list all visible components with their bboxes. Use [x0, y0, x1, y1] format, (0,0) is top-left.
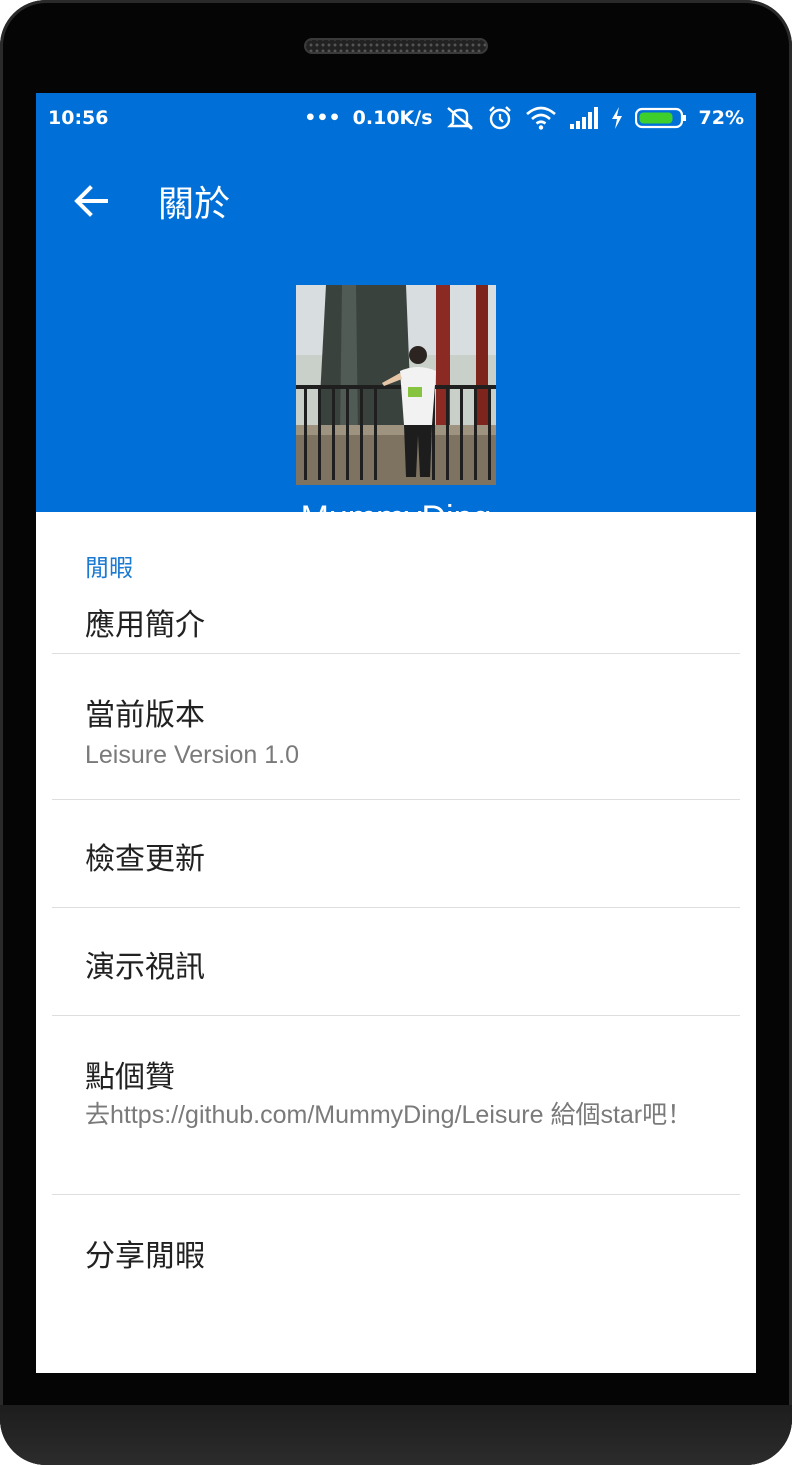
item-app-intro[interactable]: 應用簡介	[36, 592, 756, 653]
dots-icon: •••	[304, 107, 341, 129]
network-speed: 0.10K/s	[352, 107, 433, 129]
status-bar: 10:56 ••• 0.10K/s 72%	[36, 93, 756, 145]
page-title: 關於	[158, 184, 231, 225]
silent-icon	[445, 105, 475, 131]
item-summary: Leisure Version 1.0	[85, 741, 300, 769]
earpiece-speaker	[304, 38, 488, 54]
item-label: 演示視訊	[85, 950, 205, 985]
item-label: 檢查更新	[85, 842, 205, 877]
item-label: 當前版本	[85, 698, 205, 733]
arrow-back-icon	[74, 185, 108, 217]
alarm-icon	[487, 105, 513, 131]
back-button[interactable]	[72, 181, 112, 221]
battery-icon	[634, 107, 687, 129]
phone-chin	[0, 1405, 792, 1465]
battery-percent: 72%	[698, 107, 744, 129]
item-label: 應用簡介	[85, 608, 205, 643]
charging-icon	[611, 107, 623, 129]
signal-icon	[569, 107, 599, 129]
status-icons: ••• 0.10K/s 72%	[304, 105, 744, 131]
phone-frame: 10:56 ••• 0.10K/s 72% 關於 MummyDing 閒暇 應用…	[0, 0, 792, 1465]
item-label: 點個贊	[85, 1060, 175, 1095]
item-share[interactable]: 分享閒暇	[36, 1195, 756, 1285]
profile-name: MummyDing	[300, 499, 492, 537]
wifi-icon	[525, 106, 557, 130]
item-summary: 去https://github.com/MummyDing/Leisure 給個…	[85, 1101, 693, 1129]
item-label: 分享閒暇	[85, 1239, 205, 1274]
profile-header: MummyDing	[36, 253, 756, 537]
item-star[interactable]: 點個贊 去https://github.com/MummyDing/Leisur…	[36, 1016, 756, 1194]
avatar	[296, 285, 496, 485]
status-time: 10:56	[48, 107, 109, 129]
item-current-version[interactable]: 當前版本 Leisure Version 1.0	[36, 654, 756, 799]
item-check-update[interactable]: 檢查更新	[36, 800, 756, 907]
item-demo-video[interactable]: 演示視訊	[36, 908, 756, 1015]
app-bar: 關於	[36, 145, 756, 253]
screen: 10:56 ••• 0.10K/s 72% 關於 MummyDing 閒暇 應用…	[36, 93, 756, 1373]
